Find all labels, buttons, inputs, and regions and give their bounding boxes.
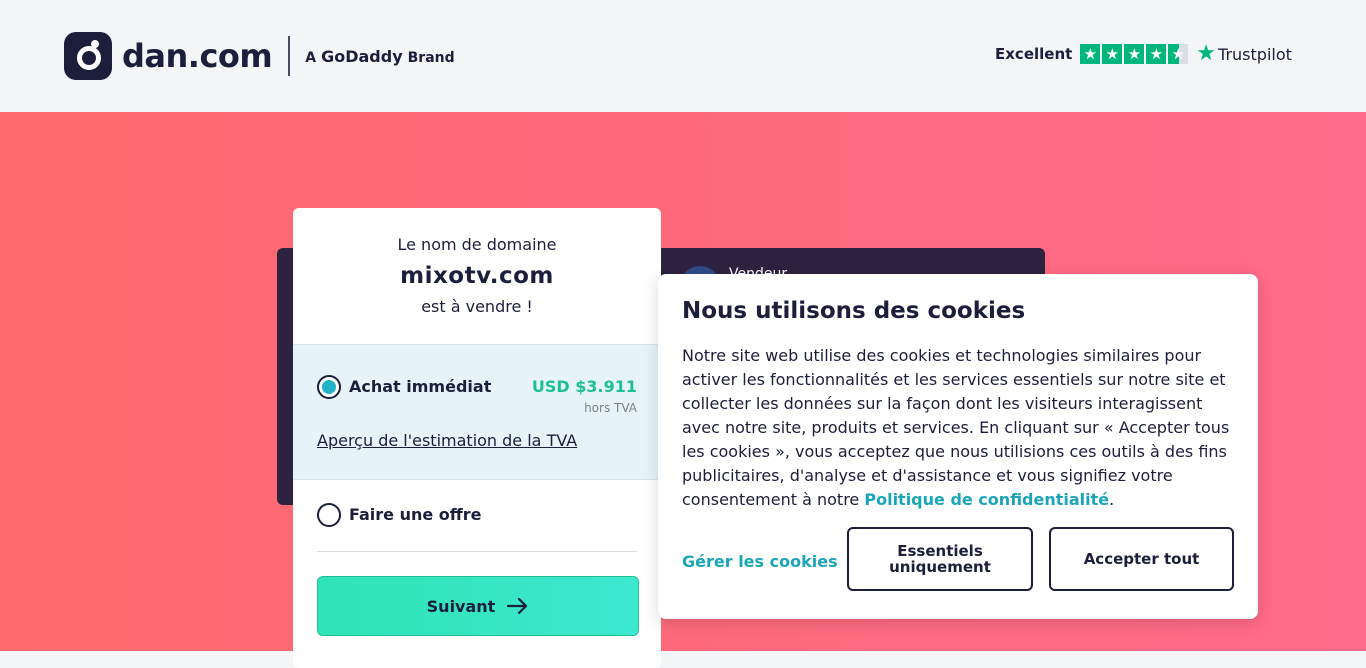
next-button-label: Suivant — [426, 596, 496, 616]
arrow-right-icon — [507, 597, 528, 615]
domain-intro: Le nom de domaine — [397, 235, 557, 254]
price: USD $3.911 — [531, 377, 637, 396]
essentials-only-button[interactable]: Essentiels uniquement — [847, 527, 1033, 591]
vat-note: hors TVA — [584, 401, 637, 415]
domain-sale-card: Le nom de domaine mixotv.com est à vendr… — [293, 208, 661, 668]
star-icon: ★ — [1146, 44, 1167, 64]
accept-all-button[interactable]: Accepter tout — [1049, 527, 1234, 591]
buy-now-option[interactable]: Achat immédiat USD $3.911 hors TVA Aperç… — [293, 344, 661, 480]
make-offer-radio[interactable] — [317, 503, 341, 527]
buy-now-radio[interactable] — [317, 375, 341, 399]
divider — [317, 551, 637, 552]
dan-logo[interactable]: dan.com A GoDaddy Brand — [64, 32, 455, 80]
cookie-title: Nous utilisons des cookies — [682, 298, 1026, 324]
cookie-consent-dialog: Nous utilisons des cookies Notre site we… — [658, 274, 1258, 619]
dan-logo-icon — [64, 32, 112, 80]
logo-divider — [288, 36, 291, 76]
cookie-body: Notre site web utilise des cookies et te… — [682, 346, 1230, 509]
manage-cookies-link[interactable]: Gérer les cookies — [682, 552, 838, 571]
star-icon: ★ — [1124, 44, 1145, 64]
trustpilot-widget[interactable]: Excellent ★ ★ ★ ★ ★ ★ Trustpilot — [995, 41, 1292, 66]
trustpilot-rating-label: Excellent — [995, 45, 1073, 63]
vat-estimate-link[interactable]: Aperçu de l'estimation de la TVA — [317, 431, 577, 450]
for-sale-text: est à vendre ! — [421, 297, 533, 316]
make-offer-label: Faire une offre — [349, 505, 482, 524]
star-icon: ★ — [1080, 44, 1101, 64]
godaddy-brand: A GoDaddy Brand — [305, 46, 455, 66]
privacy-policy-link[interactable]: Politique de confidentialité — [864, 490, 1109, 509]
site-header: dan.com A GoDaddy Brand Excellent ★ ★ ★ … — [0, 0, 1366, 112]
next-button[interactable]: Suivant — [317, 576, 639, 636]
buy-now-label: Achat immédiat — [349, 377, 492, 396]
half-star-icon: ★ — [1168, 44, 1189, 64]
domain-name: mixotv.com — [400, 263, 554, 289]
trustpilot-stars: ★ ★ ★ ★ ★ — [1080, 44, 1189, 64]
trustpilot-logo: ★ Trustpilot — [1196, 41, 1292, 66]
trustpilot-star-icon: ★ — [1196, 41, 1217, 66]
star-icon: ★ — [1102, 44, 1123, 64]
logo-text: dan.com — [122, 37, 273, 75]
